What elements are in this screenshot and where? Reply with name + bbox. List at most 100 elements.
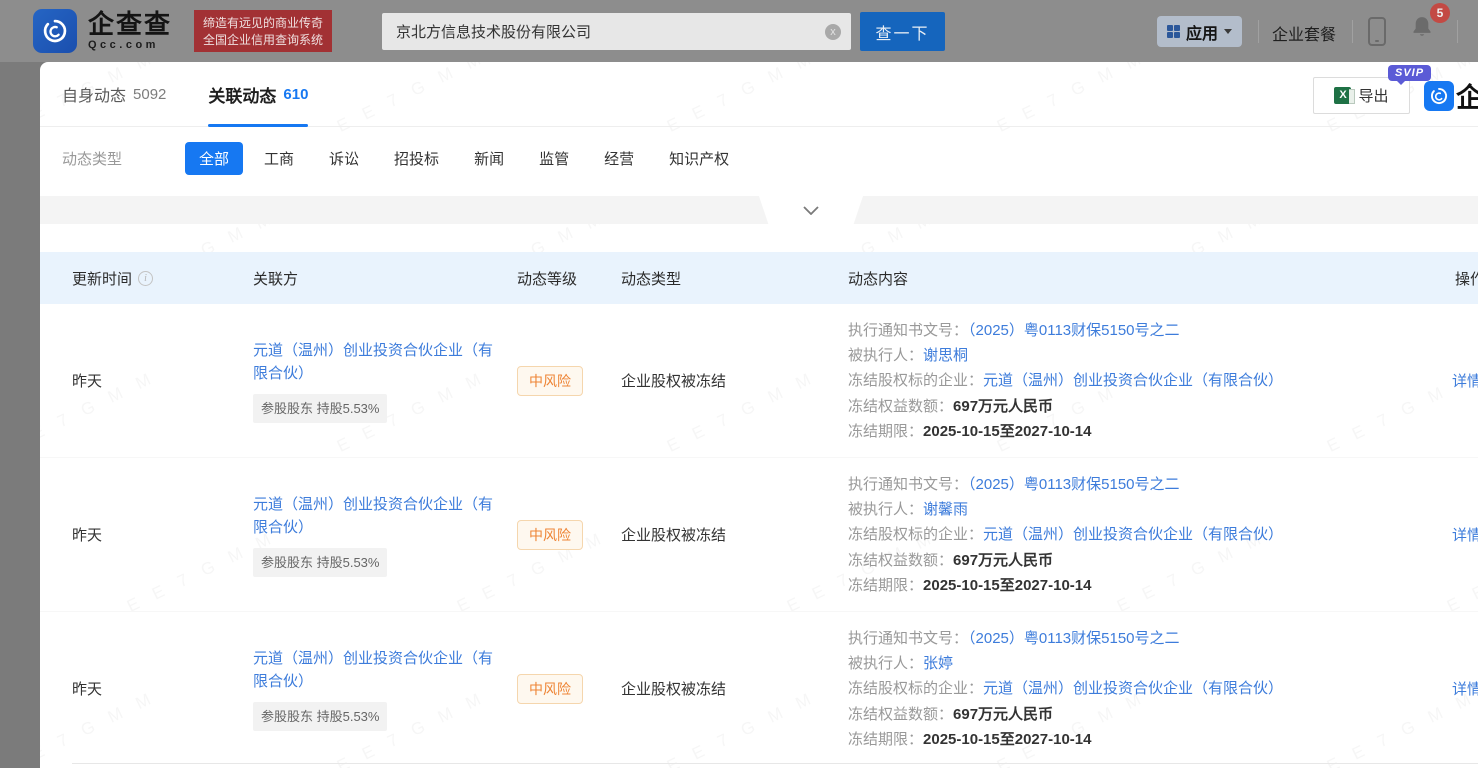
time-value: 昨天 xyxy=(72,681,103,699)
qcc-mini-logo-icon[interactable] xyxy=(1424,81,1454,111)
risk-level-badge: 中风险 xyxy=(517,365,583,396)
info-icon[interactable]: i xyxy=(138,270,154,286)
party-link[interactable]: 元道（温州）创业投资合伙企业（有限合伙） xyxy=(253,493,493,539)
content-line: 冻结权益数额：697万元人民币 xyxy=(848,548,1448,573)
notifications-bell[interactable]: 5 xyxy=(1408,3,1450,50)
row-time: 昨天 xyxy=(40,524,253,545)
tab-label: 自身动态 xyxy=(62,88,127,105)
content-line-label: 冻结股权标的企业： xyxy=(848,372,984,390)
row-action: 详情 xyxy=(1448,678,1478,699)
excel-icon xyxy=(1334,87,1356,104)
filter-collapse-strip xyxy=(40,196,1478,224)
filter-chip[interactable]: 监管 xyxy=(539,142,569,175)
row-party: 元道（温州）创业投资合伙企业（有限合伙） 参股股东 持股5.53% xyxy=(253,493,517,577)
col-header-content: 动态内容 xyxy=(848,268,1448,289)
content-line-value: 697万元人民币 xyxy=(953,397,1054,415)
search-input[interactable] xyxy=(382,23,825,40)
detail-link[interactable]: 详情 xyxy=(1452,527,1478,544)
party-tag: 参股股东 持股5.53% xyxy=(253,547,388,577)
content-line-link[interactable]: （2025）粤0113财保5150号之二 xyxy=(968,476,1180,493)
clear-search-icon[interactable]: x xyxy=(825,23,841,40)
row-content: 执行通知书文号：（2025）粤0113财保5150号之二 被执行人：谢馨雨 冻结股权… xyxy=(848,458,1448,611)
content-line-value: 697万元人民币 xyxy=(953,551,1054,569)
mobile-app-icon[interactable] xyxy=(1368,17,1386,46)
content-line-label: 冻结股权标的企业： xyxy=(848,680,984,698)
content-line-link[interactable]: （2025）粤0113财保5150号之二 xyxy=(968,322,1180,339)
row-content: 执行通知书文号：（2025）粤0113财保5150号之二被执行人：张婷冻结股权标… xyxy=(848,612,1448,765)
party-tag: 参股股东 持股5.53% xyxy=(253,701,388,731)
col-header-label: 动态类型 xyxy=(621,270,682,288)
content-line-link[interactable]: 元道（温州）创业投资合伙企业（有限合伙） xyxy=(983,372,1283,389)
row-type: 企业股权被冻结 xyxy=(621,524,848,545)
content-line-link[interactable]: 元道（温州）创业投资合伙企业（有限合伙） xyxy=(983,680,1283,697)
qcc-logo-glyph xyxy=(1431,87,1448,105)
content-line: 冻结股权标的企业：元道（温州）创业投资合伙企业（有限合伙） xyxy=(848,676,1448,701)
search-button[interactable]: 查一下 xyxy=(860,12,945,51)
content-line-label: 执行通知书文号： xyxy=(848,322,969,339)
tab-self-dynamics[interactable]: 自身动态 5092 xyxy=(62,62,166,127)
table-header: 更新时间 i 关联方 动态等级 动态类型 动态内容 操作 xyxy=(40,252,1478,304)
tab-related-dynamics[interactable]: 关联动态 610 xyxy=(208,62,309,127)
filter-options: 全部 工商 诉讼 招投标 新闻 监管 经营 知识产权 xyxy=(185,142,764,175)
content-line: 冻结期限：2025-10-15至2027-10-14 xyxy=(848,573,1448,598)
content-line-label: 冻结权益数额： xyxy=(848,705,954,723)
content-line-value: 2025-10-15至2027-10-14 xyxy=(923,422,1092,440)
tab-label: 关联动态 xyxy=(208,86,277,106)
content-line-link[interactable]: 张婷 xyxy=(923,655,953,672)
content-line-label: 执行通知书文号： xyxy=(848,630,969,648)
content-line-label: 被执行人： xyxy=(848,655,924,673)
col-header-action: 操作 xyxy=(1448,268,1478,289)
row-level: 中风险 xyxy=(517,673,621,704)
corner-brand-text: 企 xyxy=(1456,83,1478,113)
filter-chip[interactable]: 招投标 xyxy=(394,142,439,175)
divider xyxy=(1352,20,1353,43)
party-link[interactable]: 元道（温州）创业投资合伙企业（有限合伙） xyxy=(253,647,493,693)
content-line: 被执行人：谢馨雨 xyxy=(848,497,1448,522)
slogan-line1: 缔造有远见的商业传奇 xyxy=(203,15,324,30)
content-line-link[interactable]: 谢馨雨 xyxy=(923,501,968,518)
risk-level-badge: 中风险 xyxy=(517,519,583,550)
type-value: 企业股权被冻结 xyxy=(621,527,727,545)
apps-menu-button[interactable]: 应用 xyxy=(1157,16,1243,47)
detail-link[interactable]: 详情 xyxy=(1452,681,1478,698)
row-time: 昨天 xyxy=(40,370,253,391)
table-row: 昨天 元道（温州）创业投资合伙企业（有限合伙） 参股股东 持股5.53% 中风险… xyxy=(40,457,1478,611)
brand-block[interactable]: 企查查 Qcc.com xyxy=(88,10,172,51)
content-line-link[interactable]: 元道（温州）创业投资合伙企业（有限合伙） xyxy=(983,526,1283,543)
row-level: 中风险 xyxy=(517,365,621,396)
col-header-label: 动态内容 xyxy=(848,270,909,288)
qcc-logo-glyph xyxy=(43,19,67,43)
col-header-label: 操作 xyxy=(1455,270,1478,288)
collapse-toggle[interactable] xyxy=(759,196,863,224)
filter-chip[interactable]: 经营 xyxy=(604,142,634,175)
filter-label: 动态类型 xyxy=(62,151,123,168)
slogan-line2: 全国企业信用查询系统 xyxy=(203,32,324,47)
content-line-label: 被执行人： xyxy=(848,501,924,519)
detail-link[interactable]: 详情 xyxy=(1452,373,1478,390)
enterprise-package-link[interactable]: 企业套餐 xyxy=(1272,21,1336,45)
content-line-link[interactable]: 谢思桐 xyxy=(923,347,968,364)
qcc-logo-icon[interactable] xyxy=(33,9,77,53)
col-header-label: 动态等级 xyxy=(517,270,578,288)
content-line-link[interactable]: （2025）粤0113财保5150号之二 xyxy=(968,630,1180,647)
content-line: 执行通知书文号：（2025）粤0113财保5150号之二 xyxy=(848,472,1448,497)
content-line-value: 697万元人民币 xyxy=(953,705,1054,723)
type-value: 企业股权被冻结 xyxy=(621,373,727,390)
content-line-label: 执行通知书文号： xyxy=(848,476,969,494)
party-link[interactable]: 元道（温州）创业投资合伙企业（有限合伙） xyxy=(253,339,493,385)
divider xyxy=(72,763,1478,764)
filter-chip[interactable]: 诉讼 xyxy=(329,142,359,175)
divider xyxy=(1258,20,1259,43)
filter-chip[interactable]: 新闻 xyxy=(474,142,504,175)
content-line: 冻结期限：2025-10-15至2027-10-14 xyxy=(848,727,1448,752)
divider xyxy=(1457,20,1458,43)
col-header-party: 关联方 xyxy=(253,268,517,289)
filter-chip[interactable]: 知识产权 xyxy=(669,142,729,175)
row-level: 中风险 xyxy=(517,519,621,550)
table-row: 昨天 元道（温州）创业投资合伙企业（有限合伙） 参股股东 持股5.53% 中风险… xyxy=(40,611,1478,765)
filter-chip[interactable]: 工商 xyxy=(264,142,294,175)
content-line: 执行通知书文号：（2025）粤0113财保5150号之二 xyxy=(848,626,1448,651)
tab-count: 610 xyxy=(283,85,309,103)
filter-chip[interactable]: 全部 xyxy=(185,142,244,175)
row-action: 详情 xyxy=(1448,370,1478,391)
